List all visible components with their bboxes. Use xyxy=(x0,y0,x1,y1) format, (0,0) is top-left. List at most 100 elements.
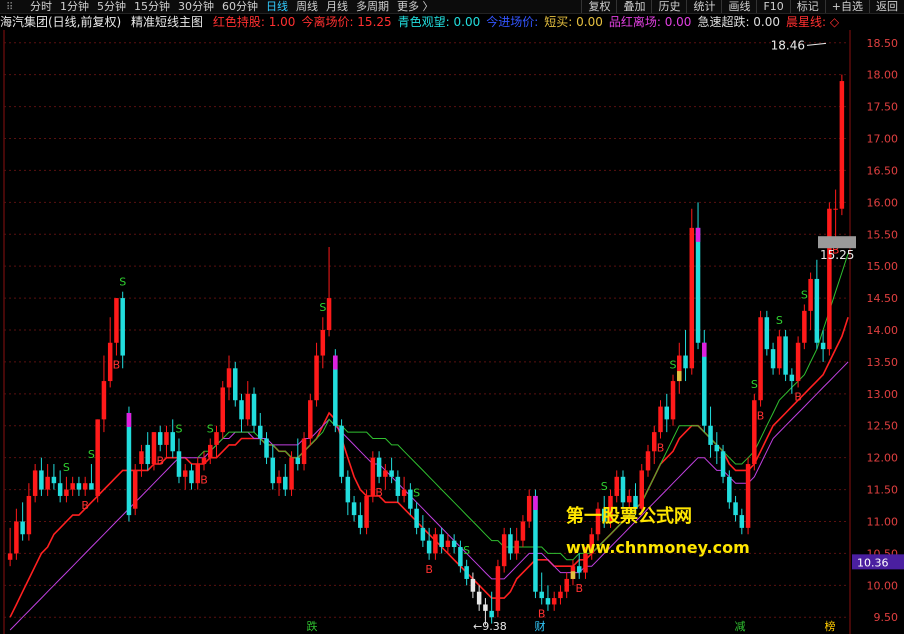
grip-icon[interactable]: ⠿ xyxy=(6,1,14,13)
tool-button[interactable]: 标记 xyxy=(789,0,825,13)
timeframe-tab[interactable]: 周线 xyxy=(296,0,318,13)
legend-item: 晨星线: ◇ xyxy=(786,15,840,29)
candle-body xyxy=(395,476,401,496)
tool-button[interactable]: F10 xyxy=(756,0,789,13)
candle-body xyxy=(814,278,820,343)
candle-body xyxy=(777,336,782,369)
candle-body xyxy=(283,476,288,490)
candle-body xyxy=(157,432,163,445)
tool-button[interactable]: 画线 xyxy=(721,0,756,13)
signal-b-label: B xyxy=(81,499,89,512)
timeframe-tab[interactable]: 分时 xyxy=(30,0,52,13)
candle-body xyxy=(808,278,813,311)
y-tick-label: 11.50 xyxy=(867,484,899,497)
candle-body xyxy=(220,387,226,433)
candle-body xyxy=(345,476,351,503)
timeframe-tab[interactable]: 5分钟 xyxy=(97,0,126,13)
indicator-name[interactable]: 精准短线主图 xyxy=(131,15,203,29)
watermark-url: www.chnmoney.com xyxy=(566,538,750,557)
candlestick-chart: 9.5010.0010.5011.0011.5012.0012.5013.001… xyxy=(3,30,904,634)
candle-body xyxy=(233,368,238,401)
candle-body xyxy=(258,425,263,439)
candle-body xyxy=(276,476,282,484)
candle-body xyxy=(383,470,388,477)
candle-body xyxy=(520,521,526,541)
timeframe-tab[interactable]: 日线 xyxy=(266,0,288,13)
tool-button[interactable]: 历史 xyxy=(651,0,686,13)
timeframe-tab[interactable]: 多周期 xyxy=(356,0,389,13)
timeframe-tabs: 分时 1分钟 5分钟 15分钟 30分钟 60分钟 日线 周线 月线 多周期 更多 〉 xyxy=(30,0,442,13)
candle-body xyxy=(764,317,770,350)
candle-body xyxy=(45,476,50,490)
tool-button[interactable]: 统计 xyxy=(686,0,721,13)
candle-body xyxy=(201,457,207,465)
candle-body xyxy=(833,208,838,210)
candle-body xyxy=(7,553,13,560)
candle-body xyxy=(70,483,75,490)
signal-s-label: S xyxy=(776,314,783,327)
candle-body xyxy=(226,368,232,388)
candle-body xyxy=(720,451,726,477)
candle-body xyxy=(95,419,100,496)
legend-item: 品红离场: 0.00 xyxy=(608,15,692,29)
exit-price-label: 15.25 xyxy=(820,248,854,262)
candle-body xyxy=(770,349,776,369)
candle-body xyxy=(664,406,670,420)
candle-body xyxy=(51,476,57,484)
tool-button[interactable]: +自选 xyxy=(824,0,869,13)
timeframe-tab[interactable]: 15分钟 xyxy=(134,0,170,13)
tool-button[interactable]: 复权 xyxy=(581,0,616,13)
candle-body xyxy=(139,451,144,465)
stock-title: 海汽集团(日线,前复权) xyxy=(0,15,122,29)
timeframe-tab[interactable]: 1分钟 xyxy=(60,0,89,13)
candle-body xyxy=(733,502,738,516)
candle-body xyxy=(420,527,426,541)
y-tick-label: 16.00 xyxy=(867,196,899,209)
candle-body xyxy=(476,591,482,605)
timeframe-tab[interactable]: 30分钟 xyxy=(178,0,214,13)
period-toolbar: ⠿ 分时 1分钟 5分钟 15分钟 30分钟 60分钟 日线 周线 月线 多周期 更多 〉 复权 叠加… xyxy=(0,0,904,14)
signal-s-label: S xyxy=(319,301,326,314)
candle-body xyxy=(683,355,688,369)
candle-body xyxy=(295,457,301,465)
y-tick-label: 14.50 xyxy=(867,292,899,305)
signal-b-label: B xyxy=(156,454,164,467)
high-price-arrow xyxy=(806,42,827,46)
candle-body xyxy=(458,547,463,567)
signal-s-label: S xyxy=(601,480,608,493)
candle-body xyxy=(64,489,69,496)
candle-body xyxy=(120,298,125,356)
exit-tip xyxy=(695,227,701,242)
legend-item: 青色观望: 0.00 xyxy=(397,15,481,29)
candle-body xyxy=(376,457,382,477)
candle-body xyxy=(820,342,826,350)
exit-tip xyxy=(533,495,538,510)
signal-b-label: B xyxy=(757,410,765,423)
signal-s-label: S xyxy=(463,544,470,557)
candle-body xyxy=(789,374,795,382)
candle-body xyxy=(539,591,544,599)
y-tick-label: 11.00 xyxy=(867,515,899,528)
timeframe-tab[interactable]: 更多 〉 xyxy=(397,0,434,13)
current-price-label: 10.36 xyxy=(857,556,889,569)
candle-body xyxy=(470,578,476,592)
signal-b-label: B xyxy=(538,607,546,620)
candle-body xyxy=(645,451,651,471)
candle-body xyxy=(264,438,269,458)
buy-tip xyxy=(570,571,576,579)
tool-button[interactable]: 叠加 xyxy=(616,0,651,13)
candle-body xyxy=(689,227,695,369)
y-tick-label: 13.00 xyxy=(867,388,899,401)
tool-button[interactable]: 返回 xyxy=(869,0,904,13)
signal-b-label: B xyxy=(375,486,383,499)
timeframe-tab[interactable]: 60分钟 xyxy=(222,0,258,13)
signal-s-label: S xyxy=(751,378,758,391)
signal-s-label: S xyxy=(63,461,70,474)
timeframe-tab[interactable]: 月线 xyxy=(326,0,348,13)
candle-body xyxy=(270,457,276,484)
y-tick-label: 15.50 xyxy=(867,228,899,241)
candle-body xyxy=(170,432,175,452)
candle-body xyxy=(558,591,563,599)
legend-item: 今进场价: xyxy=(486,15,539,29)
y-tick-label: 17.50 xyxy=(867,101,899,114)
